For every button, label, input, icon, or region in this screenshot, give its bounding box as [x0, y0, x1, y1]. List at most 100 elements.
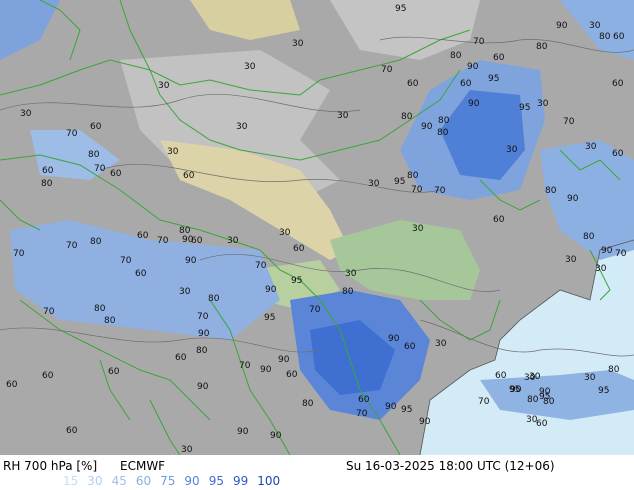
contour-label: 30 [227, 236, 239, 246]
contour-label: 30 [584, 373, 596, 383]
legend-value: 75 [160, 474, 176, 488]
contour-label: 70 [66, 129, 78, 139]
contour-label: 80 [583, 232, 595, 242]
contour-label: 30 [565, 255, 577, 265]
contour-label: 80 [302, 399, 314, 409]
contour-label: 30 [181, 445, 193, 455]
contour-label: 80 [94, 304, 106, 314]
contour-label: 60 [493, 215, 505, 225]
contour-label: 80 [438, 116, 450, 126]
contour-label: 90 [265, 285, 277, 295]
contour-label: 80 [90, 237, 102, 247]
color-legend: 15 30 45 60 75 90 95 99 100 [63, 474, 289, 488]
contour-label: 80 [88, 150, 100, 160]
contour-label: 30 [435, 339, 447, 349]
contour-label: 70 [157, 236, 169, 246]
contour-label: 30 [537, 99, 549, 109]
contour-label: 90 [467, 62, 479, 72]
contour-label: 60 [612, 79, 624, 89]
contour-label: 60 [495, 371, 507, 381]
parameter-label: RH 700 hPa [%] [3, 459, 98, 473]
contour-label: 30 [158, 81, 170, 91]
contour-label: 70 [356, 409, 368, 419]
contour-label: 70 [239, 361, 251, 371]
contour-label: 30 [345, 269, 357, 279]
contour-label: 95 [291, 276, 303, 286]
contour-label: 80 [196, 346, 208, 356]
contour-label: 95 [264, 313, 276, 323]
contour-label: 95 [488, 74, 500, 84]
legend-value: 100 [257, 474, 281, 488]
contour-label: 60 [536, 419, 548, 429]
contour-label: 60 [613, 32, 625, 42]
contour-label: 30 [167, 147, 179, 157]
contour-label: 70 [478, 397, 490, 407]
contour-label: 95 [519, 103, 531, 113]
contour-label: 60 [90, 122, 102, 132]
contour-label: 70 [309, 305, 321, 315]
contour-label: 60 [460, 79, 472, 89]
contour-label: 30 [20, 109, 32, 119]
contour-label: 30 [506, 145, 518, 155]
contour-label: 80 [342, 287, 354, 297]
contour-label: 60 [286, 370, 298, 380]
contour-label: 60 [108, 367, 120, 377]
contour-label: 90 [388, 334, 400, 344]
weather-map: 95 30 90 30 80 60 30 70 60 80 70 95 30 6… [0, 0, 634, 455]
contour-label: 60 [66, 426, 78, 436]
contour-label: 60 [183, 171, 195, 181]
contour-label: 60 [407, 79, 419, 89]
contour-label: 30 [589, 21, 601, 31]
contour-label: 90 [468, 99, 480, 109]
contour-label: 80 [104, 316, 116, 326]
contour-label: 70 [43, 307, 55, 317]
contour-label: 70 [434, 186, 446, 196]
contour-label: 90 [278, 355, 290, 365]
contour-label: 60 [175, 353, 187, 363]
contour-label: 80 [608, 365, 620, 375]
contour-label: 70 [411, 185, 423, 195]
contour-label: 90 [385, 402, 397, 412]
contour-label: 95 [394, 177, 406, 187]
contour-label: 30 [279, 228, 291, 238]
contour-label: 60 [110, 169, 122, 179]
contour-label: 70 [197, 312, 209, 322]
contour-label: 70 [66, 241, 78, 251]
contour-label: 90 [510, 385, 522, 395]
contour-label: 90 [198, 329, 210, 339]
contour-label: 60 [404, 342, 416, 352]
contour-label: 60 [612, 149, 624, 159]
contour-label: 95 [395, 4, 407, 14]
contour-label: 30 [368, 179, 380, 189]
contour-label: 30 [179, 287, 191, 297]
contour-label: 80 [543, 397, 555, 407]
contour-label: 90 [567, 194, 579, 204]
contour-label: 80 [41, 179, 53, 189]
contour-label: 80 [536, 42, 548, 52]
valid-time-label: Su 16-03-2025 18:00 UTC (12+06) [346, 459, 555, 473]
legend-value: 95 [208, 474, 224, 488]
contour-label: 70 [120, 256, 132, 266]
legend-value: 45 [111, 474, 127, 488]
legend-value: 60 [135, 474, 152, 488]
contour-label: 70 [615, 249, 627, 259]
contour-label: 95 [598, 386, 610, 396]
contour-label: 30 [337, 111, 349, 121]
contour-label: 80 [437, 128, 449, 138]
contour-label: 80 [407, 171, 419, 181]
contour-label: 80 [401, 112, 413, 122]
contour-label: 90 [270, 431, 282, 441]
contour-label: 30 [244, 62, 256, 72]
contour-label: 60 [293, 244, 305, 254]
contour-label: 95 [401, 405, 413, 415]
legend-value: 90 [184, 474, 200, 488]
legend-value: 15 [63, 474, 79, 488]
contour-label: 70 [13, 249, 25, 259]
legend-value: 30 [87, 474, 103, 488]
contour-label: 80 [545, 186, 557, 196]
contour-label: 90 [182, 235, 194, 245]
contour-label: 30 [292, 39, 304, 49]
contour-label: 30 [236, 122, 248, 132]
contour-label: 30 [412, 224, 424, 234]
contour-label: 70 [255, 261, 267, 271]
